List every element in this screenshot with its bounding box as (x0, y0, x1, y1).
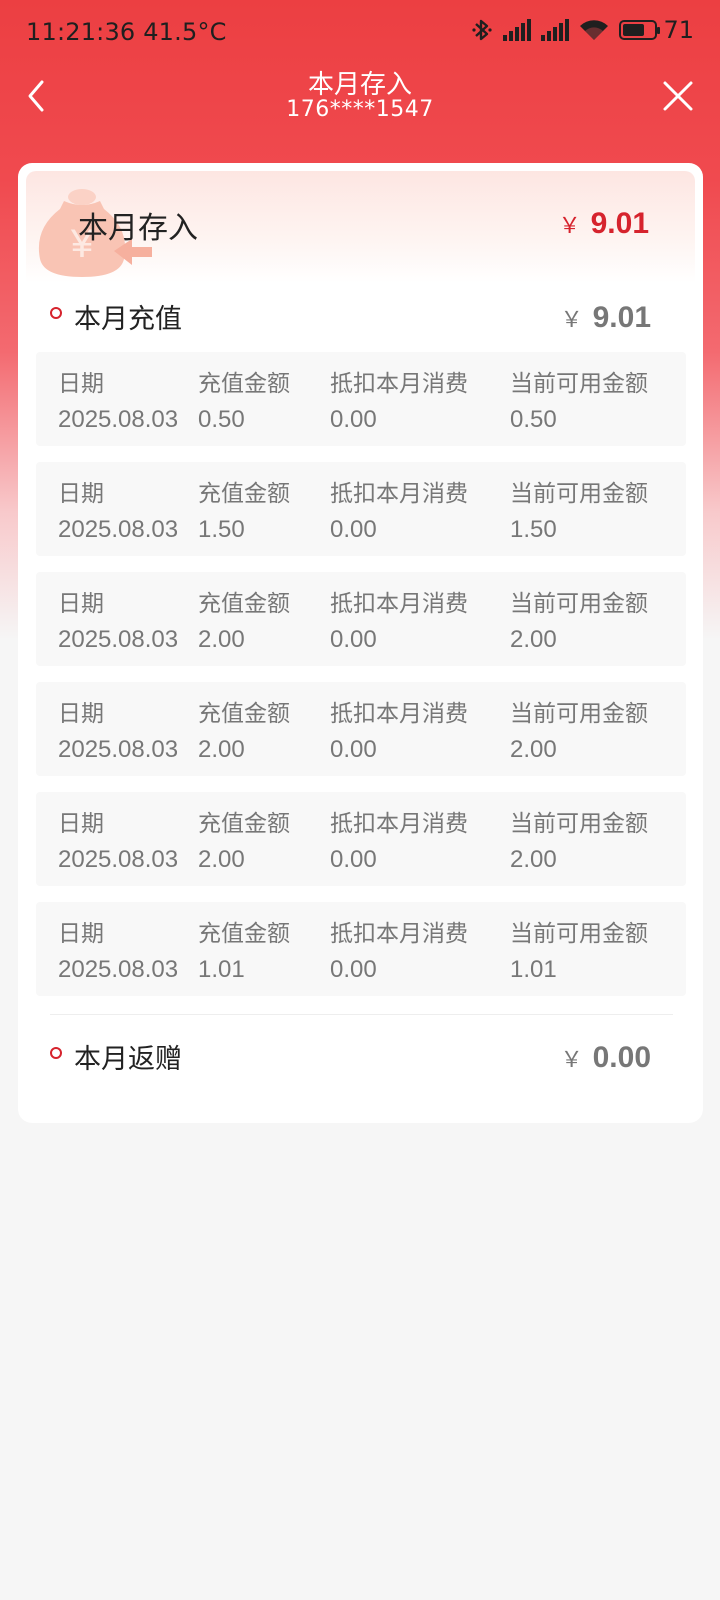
col-available-label: 当前可用金额 (510, 921, 648, 947)
recharge-value: 0.50 (198, 406, 245, 433)
recharge-value: 2.00 (198, 736, 245, 763)
available-value: 0.50 (510, 406, 557, 433)
deposit-card: ¥ 本月存入 ￥ 9.01 本月充值 ￥ 9.01 日期 充值金额 抵扣本月消费 当… (18, 163, 703, 1123)
rebate-amount: ￥ 0.00 (561, 1041, 651, 1075)
col-date-label: 日期 (58, 591, 104, 617)
rebate-currency: ￥ (560, 1047, 583, 1072)
recharge-value: 2.00 (198, 626, 245, 653)
col-date-label: 日期 (58, 481, 104, 507)
recharge-currency: ￥ (560, 307, 583, 332)
col-available-label: 当前可用金额 (510, 481, 648, 507)
recharge-amount: ￥ 9.01 (561, 301, 651, 335)
summary-currency: ￥ (558, 213, 581, 238)
battery-percent: 71 (663, 16, 694, 44)
battery-gauge (619, 20, 661, 40)
deduct-value: 0.00 (330, 406, 377, 433)
page-subtitle: 176****1547 (286, 97, 434, 122)
list-item: 日期 充值金额 抵扣本月消费 当前可用金额 2025.08.03 2.00 0.… (36, 572, 686, 666)
col-recharge-label: 充值金额 (198, 371, 290, 397)
deduct-value: 0.00 (330, 626, 377, 653)
col-available-label: 当前可用金额 (510, 591, 648, 617)
date-value: 2025.08.03 (58, 846, 179, 873)
col-deduct-label: 抵扣本月消费 (330, 811, 468, 837)
divider (50, 1014, 673, 1015)
recharge-value: 1.50 (198, 516, 245, 543)
wifi-icon (580, 20, 609, 40)
col-recharge-label: 充值金额 (198, 701, 290, 727)
rebate-amount-value: 0.00 (592, 1041, 651, 1074)
date-value: 2025.08.03 (58, 406, 179, 433)
recharge-label: 本月充值 (74, 304, 182, 335)
col-available-label: 当前可用金额 (510, 701, 648, 727)
col-date-label: 日期 (58, 921, 104, 947)
status-icons: 71 (471, 16, 694, 44)
col-deduct-label: 抵扣本月消费 (330, 371, 468, 397)
date-value: 2025.08.03 (58, 626, 179, 653)
available-value: 1.01 (510, 956, 557, 983)
status-time: 11:21:36 41.5°C (26, 18, 227, 46)
summary-amount: ￥ 9.01 (559, 207, 649, 241)
list-item: 日期 充值金额 抵扣本月消费 当前可用金额 2025.08.03 2.00 0.… (36, 682, 686, 776)
deduct-value: 0.00 (330, 956, 377, 983)
col-available-label: 当前可用金额 (510, 811, 648, 837)
recharge-value: 1.01 (198, 956, 245, 983)
status-bar: 11:21:36 41.5°C 71 (0, 0, 720, 64)
bluetooth-icon (472, 19, 493, 41)
signal-icon (541, 19, 570, 41)
bullet-dot-icon (50, 1047, 62, 1059)
rebate-label: 本月返赠 (74, 1044, 182, 1075)
col-recharge-label: 充值金额 (198, 591, 290, 617)
deduct-value: 0.00 (330, 846, 377, 873)
list-item: 日期 充值金额 抵扣本月消费 当前可用金额 2025.08.03 0.50 0.… (36, 352, 686, 446)
date-value: 2025.08.03 (58, 736, 179, 763)
signal-icon (503, 19, 532, 41)
col-date-label: 日期 (58, 701, 104, 727)
date-value: 2025.08.03 (58, 956, 179, 983)
available-value: 2.00 (510, 846, 557, 873)
col-date-label: 日期 (58, 371, 104, 397)
date-value: 2025.08.03 (58, 516, 179, 543)
nav-bar: 本月存入 176****1547 (0, 64, 720, 134)
col-deduct-label: 抵扣本月消费 (330, 481, 468, 507)
col-deduct-label: 抵扣本月消费 (330, 701, 468, 727)
list-item: 日期 充值金额 抵扣本月消费 当前可用金额 2025.08.03 1.01 0.… (36, 902, 686, 996)
col-recharge-label: 充值金额 (198, 481, 290, 507)
col-recharge-label: 充值金额 (198, 921, 290, 947)
summary-amount-value: 9.01 (590, 207, 649, 240)
recharge-value: 2.00 (198, 846, 245, 873)
col-recharge-label: 充值金额 (198, 811, 290, 837)
recharge-amount-value: 9.01 (592, 301, 651, 334)
page-title: 本月存入 (307, 70, 412, 100)
recharge-section-header[interactable]: 本月充值 ￥ 9.01 (18, 285, 703, 345)
deduct-value: 0.00 (330, 516, 377, 543)
rebate-section-header[interactable]: 本月返赠 ￥ 0.00 (18, 1025, 703, 1085)
close-icon[interactable] (658, 76, 698, 116)
list-item: 日期 充值金额 抵扣本月消费 当前可用金额 2025.08.03 1.50 0.… (36, 462, 686, 556)
col-deduct-label: 抵扣本月消费 (330, 921, 468, 947)
deduct-value: 0.00 (330, 736, 377, 763)
battery-tip (657, 27, 661, 34)
available-value: 1.50 (510, 516, 557, 543)
col-date-label: 日期 (58, 811, 104, 837)
list-item: 日期 充值金额 抵扣本月消费 当前可用金额 2025.08.03 2.00 0.… (36, 792, 686, 886)
available-value: 2.00 (510, 626, 557, 653)
summary-label: 本月存入 (78, 211, 198, 246)
battery-fill (623, 24, 645, 36)
summary-header: ¥ 本月存入 ￥ 9.01 (26, 171, 695, 283)
col-available-label: 当前可用金额 (510, 371, 648, 397)
battery-icon: 71 (619, 16, 694, 44)
available-value: 2.00 (510, 736, 557, 763)
col-deduct-label: 抵扣本月消费 (330, 591, 468, 617)
bullet-dot-icon (50, 307, 62, 319)
